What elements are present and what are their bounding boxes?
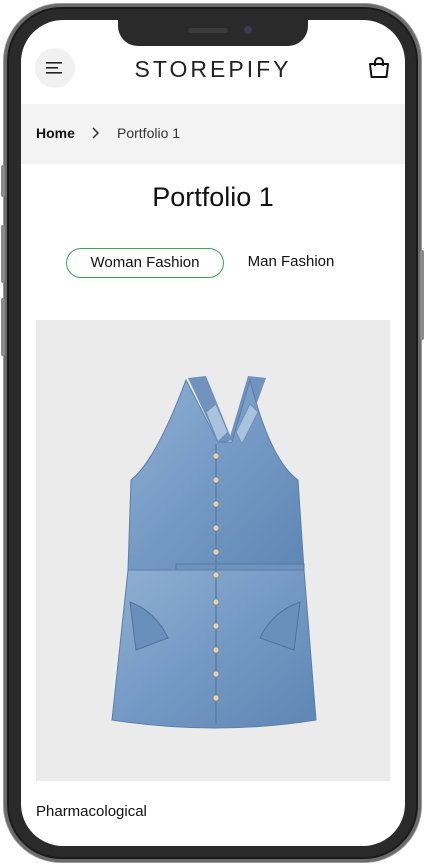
phone-volume-down	[1, 298, 5, 356]
speaker-grille	[188, 28, 228, 33]
cart-button[interactable]	[367, 56, 391, 80]
breadcrumb: Home Portfolio 1	[21, 104, 405, 164]
front-camera	[244, 26, 252, 34]
tab-man-fashion[interactable]: Man Fashion	[236, 248, 346, 278]
cart-icon	[369, 57, 389, 78]
breadcrumb-home-link[interactable]: Home	[36, 125, 75, 141]
breadcrumb-current: Portfolio 1	[117, 125, 181, 141]
phone-power-button	[420, 250, 424, 340]
product-image[interactable]	[36, 320, 390, 781]
denim-dress-illustration	[111, 376, 317, 729]
store-logo[interactable]: STOREPIFY	[21, 56, 405, 83]
page-title: Portfolio 1	[152, 182, 274, 212]
app-header: STOREPIFY	[21, 46, 405, 104]
phone-screen: STOREPIFY Home Portfolio 1 Portfolio 1 W…	[21, 20, 405, 846]
product-name[interactable]: Pharmacological	[36, 803, 147, 820]
tab-woman-fashion[interactable]: Woman Fashion	[66, 248, 224, 278]
phone-notch	[118, 20, 308, 46]
phone-side-button	[1, 165, 5, 197]
chevron-right-icon	[92, 127, 100, 139]
phone-volume-up	[1, 225, 5, 283]
